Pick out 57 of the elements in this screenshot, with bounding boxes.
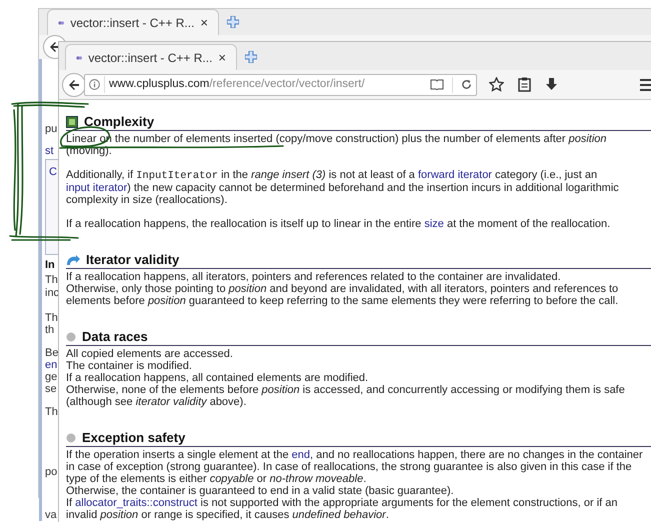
new-tab-icon[interactable] [245, 51, 257, 63]
text-link[interactable]: forward iterator [418, 169, 492, 181]
text-fragment: Th [45, 406, 58, 418]
star-icon[interactable] [489, 77, 504, 92]
bullet-icon [66, 432, 76, 442]
link-fragment[interactable]: st [45, 145, 54, 157]
paragraph: Otherwise, the container is guaranteed to end in a valid state (basic guarantee). [66, 485, 455, 497]
text-fragment: ge [45, 371, 58, 383]
new-tab-icon[interactable] [227, 16, 239, 28]
clipboard-icon[interactable] [518, 77, 531, 92]
section-heading: Iterator validity [86, 252, 180, 267]
text-fragment: Th [45, 274, 58, 286]
chip-icon [66, 116, 78, 128]
text-fragment: Be [45, 347, 58, 359]
url-text: www.cplusplus.com/reference/vector/vector/insert/ [104, 76, 426, 94]
text-fragment: va [45, 509, 57, 521]
reload-icon[interactable] [461, 79, 472, 90]
download-icon[interactable] [545, 77, 558, 92]
link-fragment[interactable]: en [45, 359, 58, 371]
bullet-icon [66, 332, 76, 342]
paragraph: If a reallocation happens, the reallocation is itself up to linear in the entire size at the moment of the reallocation. [66, 218, 612, 230]
back-button[interactable] [62, 72, 86, 96]
tab-close-button[interactable]: × [200, 16, 208, 29]
browser-tab[interactable]: vector::insert - C++ R... × [65, 44, 237, 70]
info-icon [89, 79, 100, 90]
section-heading: Exception safety [82, 430, 186, 445]
text-fragment: th [45, 324, 54, 336]
text-fragment: pu [45, 123, 58, 135]
menu-icon[interactable] [640, 78, 651, 92]
tab-close-button[interactable]: × [218, 51, 226, 64]
paragraph: If the operation inserts a single element at the end, and no reallocations happen, there are no changes in the container in case of exception (strong guarantee). In case of reallocations, the strong guarantee is also given in this case if the type of the elements is either copyable or no-throw moveable. [66, 449, 644, 485]
text-fragment: po [45, 466, 58, 478]
text-link[interactable]: allocator_traits::construct [75, 497, 198, 509]
arrow-icon [66, 254, 80, 266]
paragraph: If a reallocation happens, all contained elements are modified. [66, 372, 370, 384]
text-fragment: inc [45, 287, 60, 299]
paragraph: Otherwise, none of the elements before position is accessed, and concurrently accessing or modifying them is safe (although see iterator validity above). [66, 384, 626, 408]
paragraph: All copied elements are accessed. [66, 348, 234, 360]
address-bar[interactable]: www.cplusplus.com/reference/vector/vector/insert/ [84, 74, 477, 96]
paragraph: If allocator_traits::construct is not supported with the appropriate arguments for the element constructions, or if an invalid position or range is specified, it causes undefined behavior. [66, 497, 619, 521]
browser-tab[interactable]: vector::insert - C++ R... × [47, 9, 219, 35]
text-link[interactable]: size [424, 218, 444, 230]
text-link[interactable]: end [292, 449, 310, 461]
text-fragment: Th [45, 312, 58, 324]
text-fragment: se [45, 383, 57, 395]
tab-title: vector::insert - C++ R... [70, 14, 194, 32]
heading-fragment: In [45, 259, 55, 271]
text-link[interactable]: input iterator [66, 182, 128, 194]
reader-view-icon[interactable] [430, 79, 444, 90]
section-heading: Data races [82, 329, 148, 344]
back-arrow-icon [68, 78, 80, 90]
paragraph: Otherwise, only those pointing to position and beyond are invalidated, with all iterators, pointers and references to elements before position guaranteed to keep referring to the same elements they were referring to before the call. [66, 283, 620, 307]
paragraph: If a reallocation happens, all iterators, pointers and references related to the container are invalidated. [66, 271, 562, 283]
tab-title: vector::insert - C++ R... [88, 50, 212, 66]
paragraph: The container is modified. [66, 360, 193, 372]
paragraph: Additionally, if InputIterator in the range insert (3) is not at least of a forward iterator category (i.e., just an input iterator) the new capacity cannot be determined beforehand and the insertion incurs in additional logarithmic complexity in size (reallocations). [66, 169, 620, 206]
section-heading: Complexity [84, 114, 154, 129]
